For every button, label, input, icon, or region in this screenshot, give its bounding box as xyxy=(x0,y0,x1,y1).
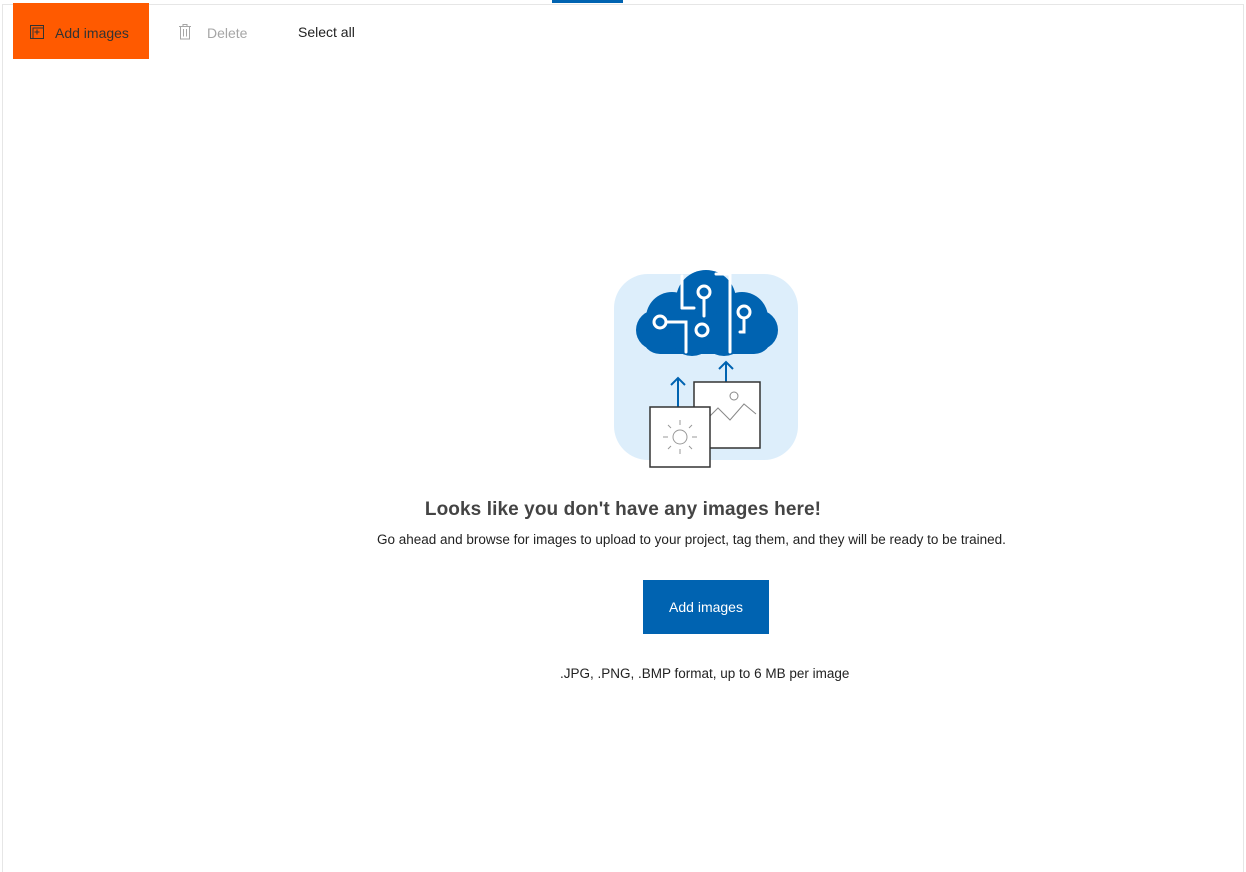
empty-state-title: Looks like you don't have any images her… xyxy=(424,499,822,520)
select-all-command[interactable]: Select all xyxy=(298,24,355,40)
supported-formats-note: .JPG, .PNG, .BMP format, up to 6 MB per … xyxy=(560,666,850,681)
images-page: Add images Delete Select all Looks like … xyxy=(0,0,1246,872)
add-image-icon xyxy=(30,25,44,39)
delete-command-label: Delete xyxy=(207,25,248,41)
frame-border-top xyxy=(2,4,1244,5)
frame-border-right xyxy=(1243,4,1244,872)
trash-icon xyxy=(178,24,192,40)
empty-state-description: Go ahead and browse for images to upload… xyxy=(377,532,1006,547)
cloud-brain-upload-illustration xyxy=(612,268,800,468)
add-images-button[interactable]: Add images xyxy=(643,580,769,634)
frame-border-left xyxy=(2,4,3,872)
add-images-command-label: Add images xyxy=(55,25,129,41)
add-images-command[interactable]: Add images xyxy=(13,3,149,59)
active-tab-indicator xyxy=(552,0,623,3)
